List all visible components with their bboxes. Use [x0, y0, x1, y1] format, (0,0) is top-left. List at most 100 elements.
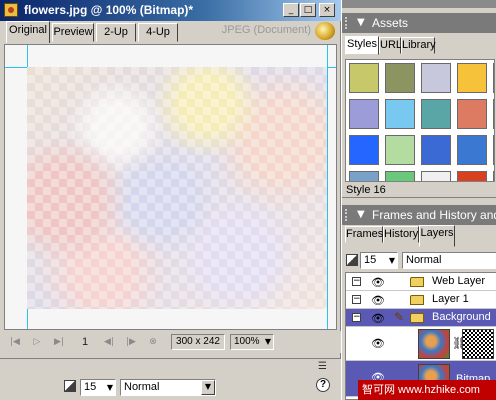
folder-icon — [410, 313, 424, 323]
tab-url[interactable]: URL — [379, 37, 402, 54]
layer-name: Layer 1 — [432, 293, 469, 305]
collapse-triangle-icon[interactable]: ▼ — [357, 13, 365, 33]
image-overlay — [27, 67, 327, 309]
style-swatch[interactable] — [385, 99, 415, 129]
pencil-icon: ✎ — [394, 310, 405, 324]
blend-mode-select[interactable]: Normal ▼ — [120, 379, 216, 396]
next-frame-icon[interactable]: |▶ — [124, 336, 138, 348]
zoom-select[interactable]: 100% ▼ — [230, 334, 274, 350]
collapse-triangle-icon[interactable]: ▼ — [357, 205, 365, 225]
layer-row-web-layer[interactable]: − 👁 Web Layer — [346, 273, 496, 291]
style-swatch[interactable] — [421, 135, 451, 165]
opacity-field[interactable]: 15 ▼ — [80, 379, 116, 396]
assets-panel-header[interactable]: ▼ Assets — [342, 13, 496, 33]
close-button[interactable]: × — [319, 3, 335, 17]
style-swatch[interactable] — [349, 99, 379, 129]
style-swatch[interactable] — [457, 171, 487, 181]
styles-panel-footer — [342, 197, 496, 205]
panel-dock: ▼ Assets Styles URL Library Style 16 ▼ F… — [341, 0, 496, 400]
style-swatch[interactable] — [385, 171, 415, 181]
tab-layers[interactable]: Layers — [419, 225, 455, 247]
prev-frame-icon[interactable]: ◀| — [102, 336, 116, 348]
layer-opacity-value: 15 — [364, 254, 377, 266]
document-icon — [4, 3, 18, 17]
chevron-down-icon: ▼ — [201, 380, 215, 395]
blend-mode-value: Normal — [124, 381, 160, 393]
flowers-image — [27, 67, 327, 309]
style-swatch[interactable] — [493, 63, 494, 93]
maximize-button[interactable]: □ — [300, 3, 316, 17]
collapse-icon[interactable]: − — [352, 313, 361, 322]
tab-4up[interactable]: 4-Up — [138, 23, 178, 42]
image-size-display[interactable]: 300 x 242 — [171, 334, 225, 350]
tab-history[interactable]: History — [383, 226, 419, 243]
layer-row-layer-1[interactable]: − 👁 Layer 1 — [346, 291, 496, 309]
folder-icon — [410, 277, 424, 287]
collapse-icon[interactable]: − — [352, 295, 361, 304]
canvas[interactable] — [4, 44, 337, 330]
style-swatch[interactable] — [385, 135, 415, 165]
style-swatch[interactable] — [493, 99, 494, 129]
frames-panel-header[interactable]: ▼ Frames and History and La — [342, 205, 496, 225]
help-icon[interactable]: ? — [316, 378, 330, 392]
opacity-value: 15 — [84, 381, 97, 393]
style-swatch[interactable] — [421, 171, 451, 181]
panel-header-strip — [342, 0, 496, 8]
tab-original[interactable]: Original — [6, 21, 50, 43]
chevron-down-icon: ▼ — [388, 256, 395, 265]
eye-icon[interactable]: 👁 — [371, 312, 385, 325]
opacity-icon — [64, 380, 76, 392]
panel-grip-icon[interactable] — [345, 17, 353, 29]
bitmap-thumbnail — [418, 329, 450, 359]
style-swatch[interactable] — [457, 63, 487, 93]
layer-opacity-field[interactable]: 15 ▼ — [360, 252, 398, 269]
document-status-bar: |◀ ▷ ▶| 1 ◀| |▶ ⊗ 300 x 242 100% ▼ — [0, 331, 341, 353]
mask-thumbnail — [462, 329, 494, 359]
style-swatch[interactable] — [457, 135, 487, 165]
panel-grip-icon[interactable] — [345, 209, 353, 221]
layer-name: Background — [432, 311, 491, 323]
layer-object-row[interactable]: 👁 ⛓ — [346, 327, 496, 361]
eye-icon[interactable]: 👁 — [371, 337, 385, 350]
stop-icon[interactable]: ⊗ — [146, 336, 160, 348]
style-swatch[interactable] — [493, 135, 494, 165]
play-icon[interactable]: ▷ — [30, 336, 44, 348]
watermark: 智可网 www.hzhike.com — [358, 380, 496, 400]
tab-library[interactable]: Library — [401, 37, 436, 54]
style-swatch[interactable] — [421, 63, 451, 93]
tab-2up[interactable]: 2-Up — [96, 23, 136, 42]
style-swatch[interactable] — [457, 99, 487, 129]
chevron-down-icon: ▼ — [264, 337, 271, 346]
property-inspector: ☰ 15 ▼ Normal ▼ ? — [0, 358, 341, 400]
style-swatch[interactable] — [385, 63, 415, 93]
guide-line-vertical[interactable] — [327, 45, 328, 329]
panel-options-icon[interactable]: ☰ — [318, 361, 327, 372]
style-swatch[interactable] — [493, 171, 494, 181]
collapse-icon[interactable]: − — [352, 277, 361, 286]
style-swatch[interactable] — [349, 135, 379, 165]
optimize-icon[interactable] — [315, 22, 335, 40]
eye-icon[interactable]: 👁 — [371, 294, 385, 307]
document-title-bar[interactable]: flowers.jpg @ 100% (Bitmap)* _ □ × — [0, 0, 341, 21]
style-swatch[interactable] — [349, 171, 379, 181]
chevron-down-icon: ▼ — [106, 383, 113, 392]
layer-name: Web Layer — [432, 275, 485, 287]
minimize-button[interactable]: _ — [283, 3, 299, 17]
style-swatch[interactable] — [349, 63, 379, 93]
export-format-label: JPEG (Document) — [221, 24, 311, 36]
tab-frames[interactable]: Frames — [345, 226, 383, 243]
frames-panel-title: Frames and History and La — [372, 208, 496, 222]
selected-style-label: Style 16 — [346, 184, 386, 196]
layer-row-background[interactable]: − 👁 ✎ Background — [346, 309, 496, 327]
first-frame-icon[interactable]: |◀ — [8, 336, 22, 348]
layer-blend-mode-select[interactable]: Normal — [402, 252, 496, 269]
tab-styles[interactable]: Styles — [345, 36, 379, 55]
zoom-value: 100% — [234, 336, 260, 347]
tab-preview[interactable]: Preview — [52, 23, 94, 42]
folder-icon — [410, 295, 424, 305]
eye-icon[interactable]: 👁 — [371, 276, 385, 289]
preview-tabs: Original Preview 2-Up 4-Up JPEG (Documen… — [0, 21, 341, 43]
last-frame-icon[interactable]: ▶| — [52, 336, 66, 348]
style-swatch[interactable] — [421, 99, 451, 129]
style-swatch-grid — [345, 59, 495, 182]
